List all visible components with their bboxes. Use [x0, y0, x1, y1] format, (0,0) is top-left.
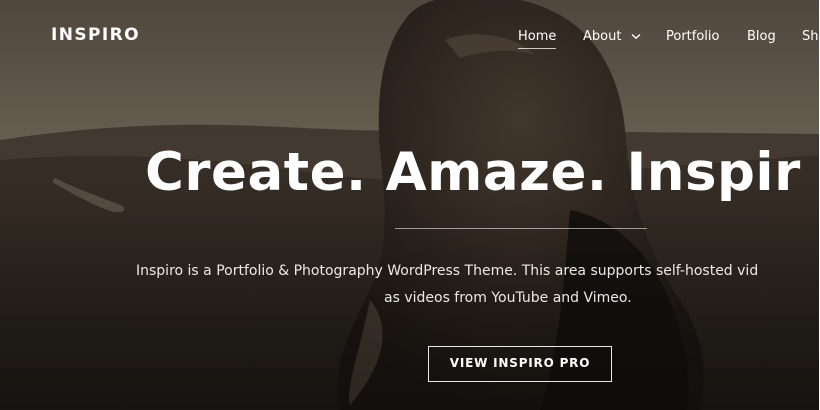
hero-description-line-2: as videos from YouTube and Vimeo. [384, 290, 632, 306]
hero-section: INSPIRO Home About Portfolio Blog Sh Cre… [0, 0, 820, 410]
nav-item-about-label: About [583, 29, 622, 44]
nav-item-home[interactable]: Home [518, 29, 557, 49]
hero-divider [395, 228, 647, 229]
site-logo[interactable]: INSPIRO [51, 25, 140, 45]
nav-item-shop[interactable]: Sh [802, 29, 819, 44]
nav-item-about[interactable]: About [583, 29, 641, 44]
nav-item-portfolio[interactable]: Portfolio [666, 29, 719, 44]
hero-headline: Create. Amaze. Inspir [145, 142, 801, 203]
view-inspiro-pro-button[interactable]: VIEW INSPIRO PRO [428, 346, 612, 382]
chevron-down-icon [631, 33, 641, 40]
hero-description-line-1: Inspiro is a Portfolio & Photography Wor… [136, 263, 759, 279]
nav-item-blog[interactable]: Blog [747, 29, 776, 44]
